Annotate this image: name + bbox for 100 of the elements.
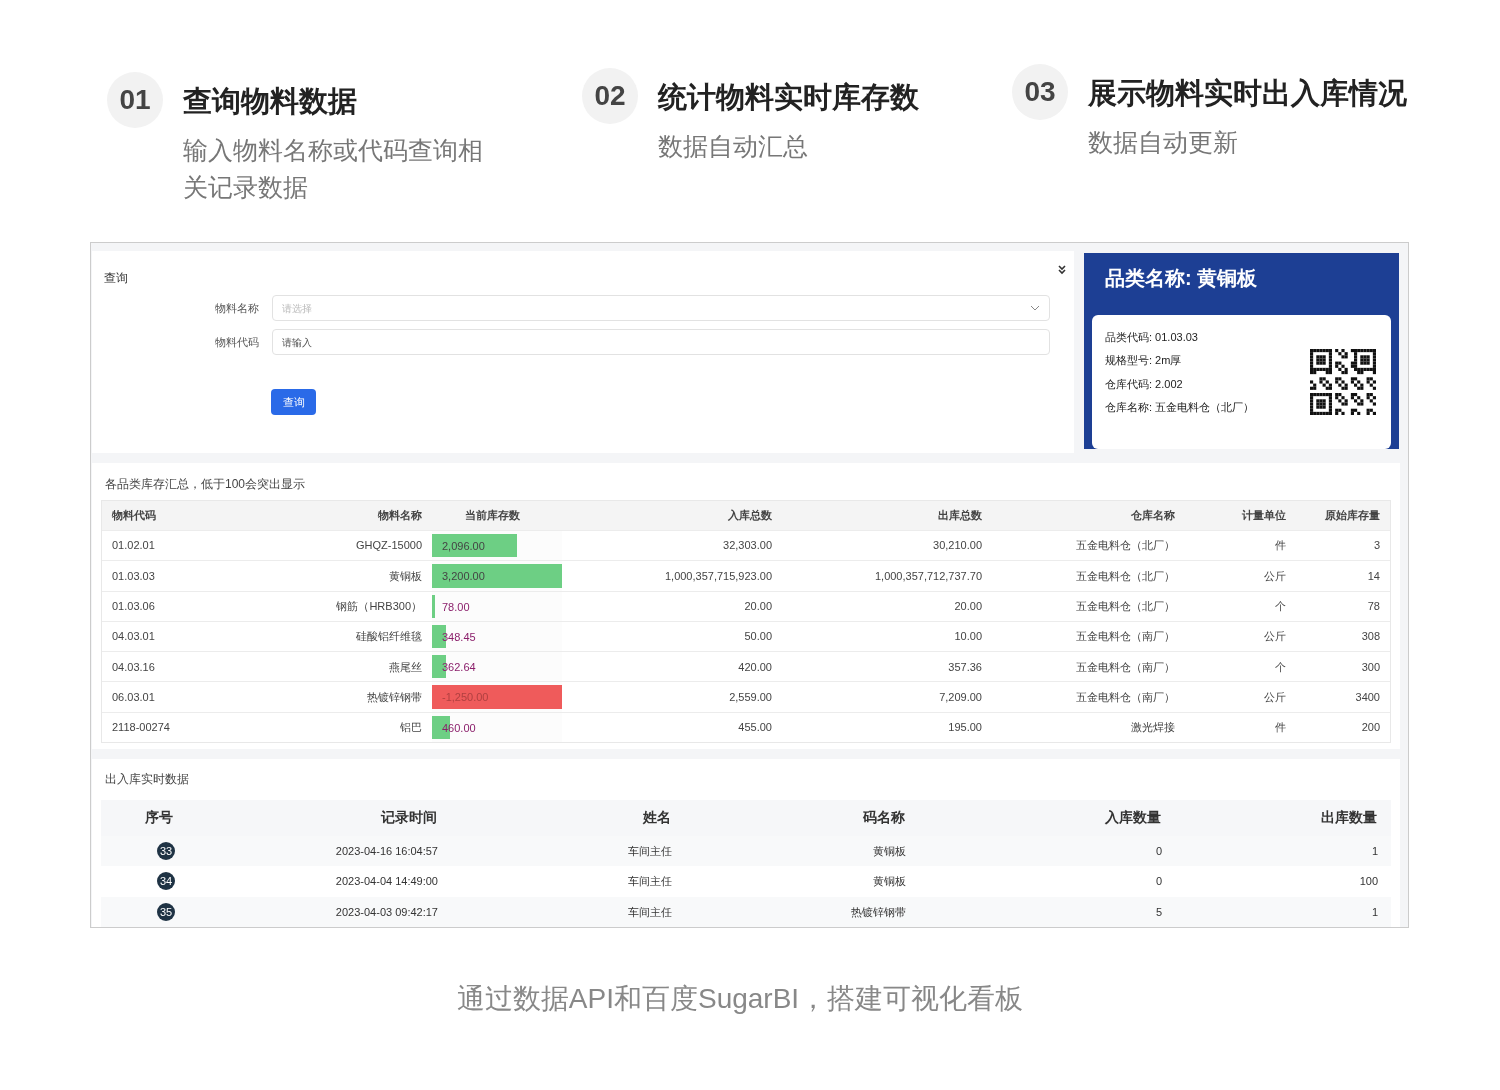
column-header: 码名称 bbox=[862, 808, 906, 827]
table-cell-text: 件 bbox=[1274, 720, 1286, 736]
table-cell-text: 公斤 bbox=[1263, 568, 1286, 584]
section-title: 各品类库存汇总，低于100会突出显示 bbox=[104, 476, 307, 493]
column-header: 序号 bbox=[144, 808, 174, 827]
step-title: 查询物料数据 bbox=[183, 84, 358, 119]
column-header: 出库总数 bbox=[937, 508, 982, 524]
card-info-text: 品类代码: 01.03.03 bbox=[1105, 329, 1199, 345]
table-cell-text: 个 bbox=[1274, 659, 1286, 675]
card-title: 品类名称: 黄铜板 bbox=[1104, 266, 1259, 291]
table-cell-text: 32,303.00 bbox=[722, 538, 772, 554]
table-cell-text: 2023-04-16 16:04:57 bbox=[334, 843, 439, 859]
table-cell-text: 个 bbox=[1274, 599, 1286, 614]
table-cell-text: 308 bbox=[1360, 629, 1380, 645]
table-cell-text: 455.00 bbox=[737, 720, 772, 736]
table-cell-text: 14 bbox=[1366, 568, 1380, 584]
column-header: 入库总数 bbox=[727, 508, 772, 524]
collapse-icon bbox=[1058, 265, 1066, 275]
table-cell-text: 78 bbox=[1366, 599, 1380, 614]
stock-value: 78.00 bbox=[442, 600, 470, 613]
column-header: 物料名称 bbox=[377, 508, 422, 524]
table-cell-text: 五金电料仓（南厂） bbox=[1075, 629, 1175, 645]
table-cell-text: 五金电料仓（北厂） bbox=[1075, 568, 1175, 584]
query-button[interactable]: 查询 bbox=[271, 389, 316, 415]
table-cell-text: 30,210.00 bbox=[932, 538, 982, 554]
table-cell-text: 1 bbox=[1370, 904, 1379, 920]
table-cell-text: 铝巴 bbox=[399, 720, 422, 736]
table-cell-text: 钢筋（HRB300） bbox=[335, 599, 422, 614]
column-header: 物料代码 bbox=[112, 508, 157, 524]
table-cell-text: 300 bbox=[1360, 659, 1380, 675]
table-cell-text: 激光焊接 bbox=[1130, 720, 1175, 736]
table-cell-text: 04.03.16 bbox=[112, 659, 156, 675]
column-header: 出库数量 bbox=[1320, 808, 1378, 827]
table-cell-text: 车间主任 bbox=[627, 874, 673, 889]
table-cell-text: 五金电料仓（南厂） bbox=[1075, 659, 1175, 675]
column-header: 原始库存量 bbox=[1324, 508, 1380, 524]
row-number: 33 bbox=[157, 841, 175, 860]
column-header: 记录时间 bbox=[379, 808, 438, 827]
step-description: 数据自动汇总 bbox=[658, 130, 809, 162]
step-number: 01 bbox=[107, 72, 163, 128]
table-cell-text: 1 bbox=[1370, 843, 1379, 859]
table-cell-text: 燕尾丝 bbox=[388, 659, 422, 675]
column-header: 计量单位 bbox=[1241, 508, 1286, 524]
table-cell-text: 2,559.00 bbox=[728, 689, 772, 705]
step-number: 02 bbox=[582, 68, 638, 124]
table-cell-text: 车间主任 bbox=[627, 843, 673, 859]
field-label: 物料代码 bbox=[214, 334, 259, 350]
chevron-down-icon bbox=[1030, 305, 1040, 311]
section-title: 出入库实时数据 bbox=[104, 770, 190, 788]
table-cell-text: 06.03.01 bbox=[112, 689, 156, 705]
table-cell-text: 公斤 bbox=[1263, 629, 1286, 645]
table-cell-text: 0 bbox=[1154, 874, 1163, 889]
column-header: 当前库存数 bbox=[463, 508, 521, 524]
column-header: 姓名 bbox=[642, 808, 672, 827]
stock-value: -1,250.00 bbox=[442, 691, 489, 704]
table-cell-text: 0 bbox=[1154, 843, 1163, 859]
column-header: 仓库名称 bbox=[1130, 508, 1175, 524]
table-cell-text: 2118-00274 bbox=[112, 720, 171, 736]
card-info-text: 仓库代码: 2.002 bbox=[1105, 376, 1184, 392]
table-cell-text: 1,000,357,712,737.70 bbox=[873, 568, 982, 584]
table-cell-text: 五金电料仓（北厂） bbox=[1075, 538, 1175, 554]
table-cell-text: GHQZ-15000 bbox=[354, 538, 422, 554]
table-cell-text: 357.36 bbox=[947, 659, 982, 675]
input-field[interactable]: 请输入 bbox=[272, 329, 1050, 355]
table-cell-text: 五金电料仓（北厂） bbox=[1075, 599, 1175, 614]
table-cell-text: 5 bbox=[1154, 904, 1163, 920]
table-cell-text: 20.00 bbox=[953, 599, 982, 614]
qr-code-icon bbox=[1307, 349, 1379, 415]
table-cell-text: 热镀锌钢带 bbox=[850, 904, 907, 920]
table-cell-text: 50.00 bbox=[743, 629, 772, 645]
step-number: 03 bbox=[1012, 64, 1068, 120]
table-cell-text: 7,209.00 bbox=[938, 689, 982, 705]
table-cell-text: 件 bbox=[1274, 538, 1286, 554]
table-cell-text: 3 bbox=[1372, 538, 1380, 554]
stock-value: 3,200.00 bbox=[442, 570, 485, 583]
table-cell-text: 2023-04-03 09:42:17 bbox=[334, 904, 439, 920]
table-cell-text: 五金电料仓（南厂） bbox=[1075, 689, 1175, 705]
step-title: 统计物料实时库存数 bbox=[658, 80, 920, 115]
row-number: 35 bbox=[157, 902, 175, 921]
table-cell-text: 黄铜板 bbox=[388, 568, 422, 584]
table-cell-text: 100 bbox=[1358, 874, 1379, 889]
column-header: 入库数量 bbox=[1104, 808, 1162, 827]
table-cell-text: 公斤 bbox=[1263, 689, 1286, 705]
step-description: 输入物料名称或代码查询相关记录数据 bbox=[183, 134, 484, 203]
card-info-text: 仓库名称: 五金电料仓（北厂） bbox=[1105, 400, 1255, 415]
table-cell-text: 420.00 bbox=[737, 659, 772, 675]
panel-title: 查询 bbox=[104, 270, 128, 287]
table-cell-text: 3400 bbox=[1354, 689, 1380, 705]
step-title: 展示物料实时出入库情况 bbox=[1088, 76, 1407, 111]
table-cell-text: 热镀锌钢带 bbox=[366, 689, 422, 705]
caption: 通过数据API和百度SugarBI，搭建可视化看板 bbox=[455, 982, 1025, 1016]
table-cell-text: 200 bbox=[1360, 720, 1380, 736]
step-description: 数据自动更新 bbox=[1088, 126, 1239, 158]
table-cell-text: 硅酸铝纤维毯 bbox=[355, 629, 422, 645]
table-cell-text: 1,000,357,715,923.00 bbox=[663, 568, 772, 584]
table-cell-text: 2023-04-04 14:49:00 bbox=[334, 874, 439, 889]
table-cell-text: 195.00 bbox=[947, 720, 982, 736]
field-label: 物料名称 bbox=[214, 300, 259, 316]
table-cell-text: 20.00 bbox=[743, 599, 772, 614]
table-cell-text: 01.03.06 bbox=[112, 599, 156, 614]
